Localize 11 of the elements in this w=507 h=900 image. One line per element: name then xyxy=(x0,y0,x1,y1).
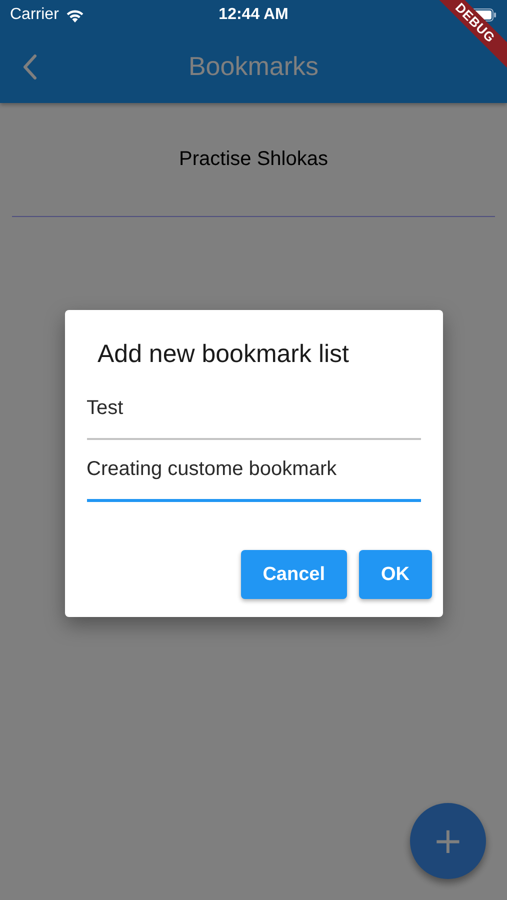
status-time: 12:44 AM xyxy=(218,6,288,24)
app-bar-title: Bookmarks xyxy=(188,51,319,82)
dialog-button[interactable]: OK xyxy=(359,550,432,599)
input-field[interactable]: Creating custome bookmark xyxy=(86,448,420,502)
wifi-icon xyxy=(64,8,85,22)
back-icon[interactable] xyxy=(22,54,38,80)
dialog-title: Add new bookmark list xyxy=(98,340,350,369)
dialog-button[interactable]: Cancel xyxy=(240,550,347,599)
carrier-label: Carrier xyxy=(10,6,59,24)
list-item[interactable]: Practise Shlokas xyxy=(179,148,328,171)
input-field[interactable]: Test xyxy=(86,387,420,440)
